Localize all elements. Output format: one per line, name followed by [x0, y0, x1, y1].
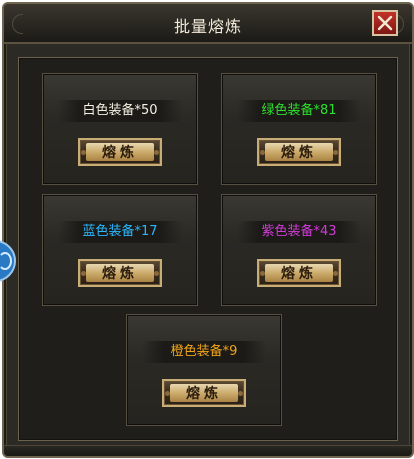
smelt-button-purple[interactable]: 熔炼 — [257, 259, 341, 287]
smelt-panel: 白色装备*50 熔炼 绿色装备*81 熔炼 蓝色装备*17 熔炼 紫色装备*43 — [18, 57, 398, 441]
smelt-button-orange[interactable]: 熔炼 — [162, 379, 246, 407]
equip-label-green: 绿色装备*81 — [237, 100, 361, 122]
equip-card-white: 白色装备*50 熔炼 — [43, 74, 197, 184]
equip-label-blue: 蓝色装备*17 — [58, 221, 182, 243]
equip-card-green: 绿色装备*81 熔炼 — [222, 74, 376, 184]
equip-card-orange: 橙色装备*9 熔炼 — [127, 315, 281, 425]
equip-card-blue: 蓝色装备*17 熔炼 — [43, 195, 197, 305]
smelt-button-white[interactable]: 熔炼 — [78, 138, 162, 166]
smelt-button-label: 熔炼 — [281, 266, 317, 282]
bottom-border — [4, 445, 412, 456]
equip-label-white: 白色装备*50 — [58, 100, 182, 122]
smelt-button-label: 熔炼 — [186, 386, 222, 402]
title-bar: 批量熔炼 — [4, 4, 412, 44]
smelt-button-label: 熔炼 — [102, 145, 138, 161]
equip-label-orange: 橙色装备*9 — [142, 341, 266, 363]
smelt-button-blue[interactable]: 熔炼 — [78, 259, 162, 287]
equip-label-purple: 紫色装备*43 — [237, 221, 361, 243]
smelt-button-label: 熔炼 — [102, 266, 138, 282]
batch-smelt-window: 批量熔炼 白色装备*50 熔炼 绿色装备*81 熔炼 蓝色装备*17 熔炼 紫色… — [2, 2, 414, 458]
window-title: 批量熔炼 — [173, 17, 242, 36]
smelt-button-label: 熔炼 — [281, 145, 317, 161]
close-x-icon — [377, 15, 393, 31]
smelt-button-green[interactable]: 熔炼 — [257, 138, 341, 166]
close-button[interactable] — [372, 10, 398, 36]
equip-card-purple: 紫色装备*43 熔炼 — [222, 195, 376, 305]
